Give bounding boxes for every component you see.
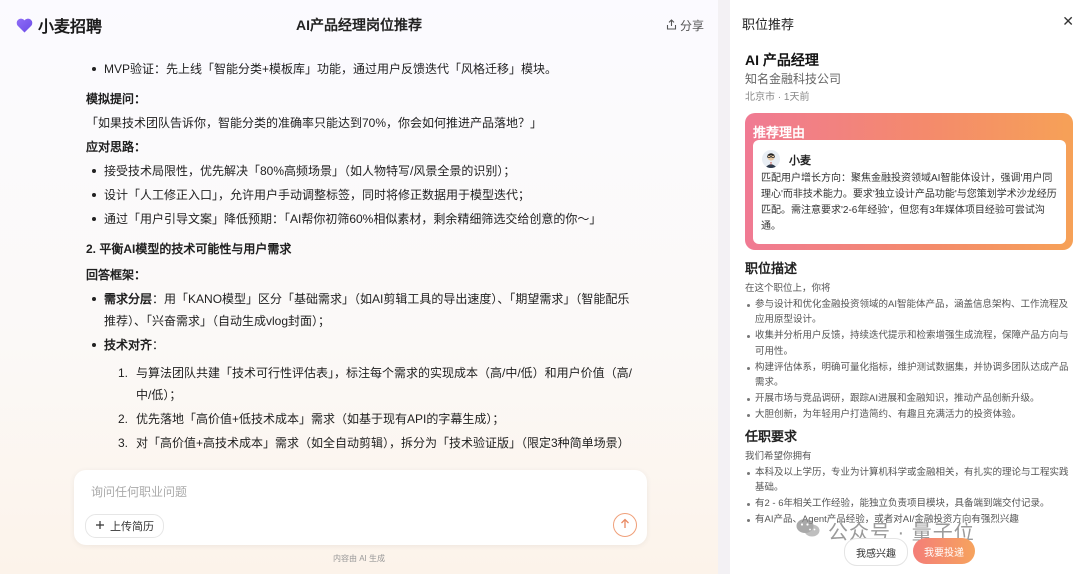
numbered-item: 3. 对「高价值+高技术成本」需求（如全自动剪辑），拆分为「技术验证版」（限定3种… bbox=[118, 436, 630, 450]
chat-message: MVP验证：先上线「智能分类+模板库」功能，通过用户反馈迭代「风格迁移」模块。 … bbox=[78, 58, 638, 458]
approach-label: 应对思路： bbox=[86, 140, 147, 154]
numbered-item: 2. 优先落地「高价值+低技术成本」需求（如基于现有API的字幕生成）； bbox=[118, 412, 505, 426]
recommendation-title: 推荐理由 bbox=[753, 125, 806, 140]
mock-question-label: 模拟提问： bbox=[86, 92, 147, 106]
job-recommendation-panel: 职位推荐 ✕ AI 产品经理 知名金融科技公司 北京市 · 1天前 推荐理由 小… bbox=[730, 0, 1080, 574]
mvp-item: MVP验证：先上线「智能分类+模板库」功能，通过用户反馈迭代「风格迁移」模块。 bbox=[78, 58, 638, 80]
demand-label: 需求分层 bbox=[104, 292, 153, 306]
share-button[interactable]: 分享 bbox=[666, 17, 704, 34]
list-item: 收集并分析用户反馈，持续迭代提示和检索增强生成流程，保障产品方向与可用性。 bbox=[745, 328, 1071, 359]
share-icon bbox=[666, 18, 677, 33]
list-item: 需求分层：用「KANO模型」区分「基础需求」（如AI剪辑工具的导出速度）、「期望… bbox=[78, 288, 638, 332]
chat-input-box[interactable]: 询问任何职业问题 上传简历 bbox=[74, 470, 647, 545]
list-item: 设计「人工修正入口」，允许用户手动调整标签，同时将修正数据用于模型迭代； bbox=[78, 184, 638, 206]
list-item: 接受技术局限性，优先解决「80%高频场景」（如人物特写/风景全景的识别）； bbox=[78, 160, 638, 182]
upload-label: 上传简历 bbox=[110, 521, 154, 533]
page-title: AI产品经理岗位推荐 bbox=[296, 17, 422, 33]
list-item: 构建评估体系，明确可量化指标，维护测试数据集，并协调多团队达成产品需求。 bbox=[745, 360, 1071, 391]
requirements-title: 任职要求 bbox=[745, 429, 798, 444]
wechat-icon bbox=[796, 518, 820, 544]
avatar bbox=[762, 150, 780, 168]
list-item: 本科及以上学历，专业为计算机科学或金融相关，有扎实的理论与工程实践基础。 bbox=[745, 465, 1071, 496]
plus-icon bbox=[95, 520, 105, 533]
recommendation-card: 推荐理由 小麦 匹配用户增长方向：聚焦金融投资领域AI智能体设计，强调'用户同理… bbox=[745, 113, 1073, 250]
arrow-up-icon bbox=[620, 516, 630, 534]
job-title: AI 产品经理 bbox=[745, 52, 819, 68]
share-label: 分享 bbox=[679, 19, 704, 33]
list-item: 技术对齐： bbox=[78, 334, 638, 356]
job-description: 在这个职位上，你将 参与设计和优化金融投资领域的AI智能体产品，涵盖信息架构、工… bbox=[745, 281, 1071, 422]
desc-intro: 在这个职位上，你将 bbox=[745, 283, 831, 294]
list-item: 参与设计和优化金融投资领域的AI智能体产品，涵盖信息架构、工作流程及应用原型设计… bbox=[745, 297, 1071, 328]
job-description-title: 职位描述 bbox=[745, 261, 798, 276]
list-item: 有2 - 6年相关工作经验，能独立负责项目模块，具备端到端交付记录。 bbox=[745, 496, 1071, 512]
recommender-name: 小麦 bbox=[789, 155, 811, 167]
list-item: 大胆创新，为年轻用户打造简约、有趣且充满活力的投资体验。 bbox=[745, 407, 1071, 423]
recommendation-body: 小麦 匹配用户增长方向：聚焦金融投资领域AI智能体设计，强调'用户同理心'而非技… bbox=[753, 140, 1066, 244]
align-label: 技术对齐 bbox=[104, 338, 153, 352]
company-name: 知名金融科技公司 bbox=[745, 72, 842, 86]
top-bar: 小麦招聘 AI产品经理岗位推荐 分享 bbox=[0, 0, 718, 46]
job-meta: 北京市 · 1天前 bbox=[745, 92, 810, 103]
chat-input[interactable]: 询问任何职业问题 bbox=[91, 483, 187, 500]
mock-question-text: 「如果技术团队告诉你，智能分类的准确率只能达到70%，你会如何推进产品落地？」 bbox=[86, 116, 543, 130]
ai-disclaimer: 内容由 AI 生成 bbox=[332, 554, 385, 563]
list-item: 开展市场与竞品调研，跟踪AI进展和金融知识，推动产品创新升级。 bbox=[745, 391, 1071, 407]
panel-title: 职位推荐 bbox=[742, 17, 795, 32]
apply-button[interactable]: 我要投递 bbox=[913, 538, 975, 564]
interested-button[interactable]: 我感兴趣 bbox=[844, 538, 908, 566]
list-item: 通过「用户引导文案」降低预期：「AI帮你初筛60%相似素材，剩余精细筛选交给创意… bbox=[78, 208, 638, 230]
req-intro: 我们希望你拥有 bbox=[745, 451, 812, 462]
numbered-item: 1. 与算法团队共建「技术可行性评估表」，标注每个需求的实现成本（高/中/低）和用… bbox=[118, 366, 633, 402]
framework-label: 回答框架： bbox=[86, 268, 147, 282]
chat-panel: 小麦招聘 AI产品经理岗位推荐 分享 MVP验证：先上线「智能分类+模板库」功能… bbox=[0, 0, 718, 574]
send-button[interactable] bbox=[613, 513, 637, 537]
section-heading: 2. 平衡AI模型的技术可能性与用户需求 bbox=[86, 242, 292, 256]
upload-resume-button[interactable]: 上传简历 bbox=[85, 514, 164, 538]
close-icon[interactable]: ✕ bbox=[1062, 13, 1074, 30]
recommendation-text: 匹配用户增长方向：聚焦金融投资领域AI智能体设计，强调'用户同理心'而非技术能力… bbox=[761, 173, 1057, 232]
demand-text: ：用「KANO模型」区分「基础需求」（如AI剪辑工具的导出速度）、「期望需求」（… bbox=[104, 292, 630, 328]
